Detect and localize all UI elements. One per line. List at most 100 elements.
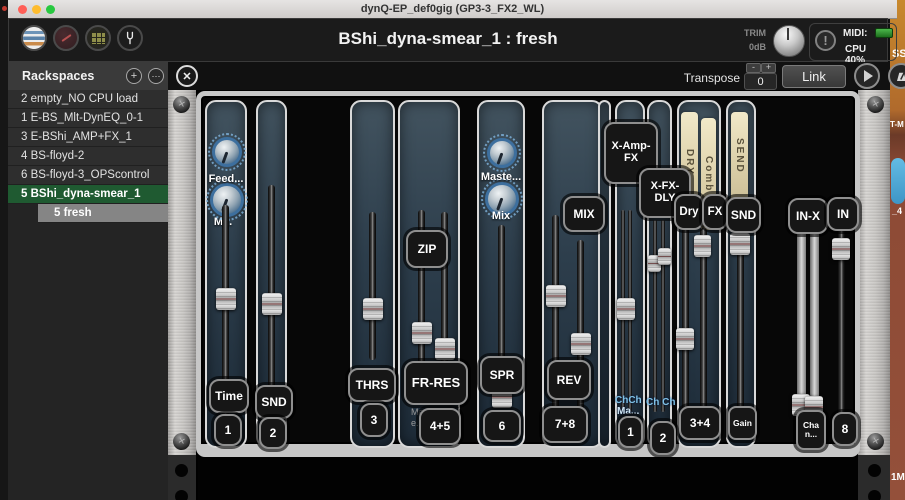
titlebar[interactable]: dynQ-EP_def0gig (GP3-3_FX2_WL)	[8, 0, 897, 19]
toolbar: ✕ Transpose - + 0 Link Tempo bpm - + 111…	[168, 62, 905, 90]
fader-label: ZIP	[406, 230, 448, 268]
fader-label: Time	[209, 379, 249, 413]
fader-label: MIX	[563, 196, 605, 232]
fader-thumb[interactable]	[676, 328, 694, 350]
fader-track	[682, 228, 689, 420]
fader-thumb[interactable]	[546, 285, 566, 307]
fader-label: THRS	[348, 368, 396, 402]
channel-badge[interactable]: 1	[214, 414, 242, 446]
fader-thumb[interactable]	[658, 248, 671, 265]
channel-badge[interactable]: 4+5	[419, 408, 461, 445]
trim-knob[interactable]	[773, 25, 805, 57]
fader-thumb[interactable]	[262, 293, 282, 315]
midi-label: MIDI:	[843, 28, 868, 39]
fader-thumb[interactable]	[617, 298, 635, 320]
plus-icon: +	[130, 70, 138, 82]
rack-panel-area: ✕ ✕ ✕ ✕ Feed... M... Time 1 SND 2 THRS 3…	[168, 90, 890, 500]
feedback-knob[interactable]	[208, 133, 246, 171]
rail-hole	[868, 490, 881, 500]
fader-label: SND	[726, 197, 761, 233]
midi-activity-led	[875, 28, 893, 38]
rackspace-item[interactable]: 2 empty_NO CPU load	[8, 90, 168, 109]
minimize-window-button[interactable]	[32, 5, 41, 14]
knob-label: Maste...	[480, 171, 522, 183]
channel-badge[interactable]: 3	[360, 403, 388, 437]
alert-button[interactable]: !	[815, 30, 836, 51]
rackspace-item[interactable]: 3 E-BShi_AMP+FX_1	[8, 128, 168, 147]
header: BShi_dyna-smear_1 : fresh TRIM 0dB ! MID…	[8, 18, 897, 66]
rail-hole	[175, 490, 188, 500]
rackspace-panel	[196, 91, 860, 457]
desktop-label-tm: T-M	[890, 120, 904, 129]
fader-label: FX	[702, 194, 728, 230]
fader-label: IN	[827, 197, 859, 231]
knob-label: Mix	[491, 210, 511, 222]
transpose-plus-button[interactable]: +	[761, 63, 776, 73]
channel-badge[interactable]: 3+4	[679, 406, 721, 440]
channel-badge[interactable]: Gain	[728, 406, 757, 440]
fader-track	[737, 232, 744, 422]
fader-track	[369, 212, 376, 360]
rackspace-item[interactable]: 6 BS-floyd-3_OPScontrol	[8, 166, 168, 185]
exclamation-icon: !	[823, 33, 828, 48]
fader-thumb[interactable]	[832, 238, 850, 260]
trim-label: TRIM	[744, 28, 766, 38]
link-button[interactable]: Link	[782, 65, 846, 88]
panic-button[interactable]: ✕	[176, 65, 198, 87]
rack-rail-left	[168, 90, 196, 455]
rail-hole	[175, 464, 188, 477]
variation-item-selected[interactable]: 5 fresh	[38, 204, 168, 223]
channel-text: Ch Ch	[646, 397, 676, 408]
rackspace-item[interactable]: 1 E-BS_Mlt-DynEQ_0-1	[8, 109, 168, 128]
rackspace-list: 2 empty_NO CPU load 1 E-BS_Mlt-DynEQ_0-1…	[8, 90, 168, 500]
fader-label: SPR	[480, 356, 524, 394]
rackspace-item-selected[interactable]: 5 BShi_dyna-smear_1	[8, 185, 168, 204]
close-window-button[interactable]	[18, 5, 27, 14]
fader-label: FR-RES	[404, 361, 468, 405]
knob-label: Feed...	[208, 173, 244, 185]
desktop-label-1m: 1M	[891, 472, 905, 483]
channel-badge[interactable]: 2	[259, 417, 287, 449]
channel-badge[interactable]: 7+8	[542, 406, 588, 443]
transpose-label: Transpose	[683, 71, 740, 85]
trim-knob-pointer	[787, 28, 789, 40]
fader-track	[653, 220, 657, 412]
background-red-dot	[2, 6, 7, 11]
zoom-window-button[interactable]	[46, 5, 55, 14]
transpose-value[interactable]: 0	[744, 73, 777, 90]
fader-thumb[interactable]	[412, 322, 432, 344]
transpose-minus-button[interactable]: -	[746, 63, 761, 73]
rail-hole	[868, 464, 881, 477]
metronome-icon	[896, 71, 905, 81]
fader-label: Dry	[674, 194, 704, 230]
channel-badge[interactable]: Cha n...	[796, 410, 826, 450]
master-knob[interactable]	[483, 134, 521, 172]
fader-thumb[interactable]	[216, 288, 236, 310]
desktop-blue-item	[891, 158, 905, 204]
rackspace-item[interactable]: 4 BS-floyd-2	[8, 147, 168, 166]
sidebar-title: Rackspaces	[22, 69, 95, 83]
channel-badge[interactable]: 1	[618, 416, 643, 448]
desktop-label-4: _4	[892, 206, 903, 216]
window-title: dynQ-EP_def0gig (GP3-3_FX2_WL)	[360, 3, 545, 15]
fader-thumb[interactable]	[571, 333, 591, 355]
empty-rack-bay	[198, 457, 858, 500]
play-icon	[864, 70, 873, 82]
fader-label: SND	[255, 385, 293, 419]
fader-thumb[interactable]	[435, 338, 455, 360]
channel-badge[interactable]: 2	[650, 421, 676, 455]
fader-thumb[interactable]	[363, 298, 383, 320]
tape-label: SEND	[731, 112, 748, 200]
close-icon: ✕	[182, 70, 192, 83]
rackspace-menu-button[interactable]: ⋯	[148, 68, 164, 84]
background-left-strip	[0, 0, 8, 500]
fader-label: IN-X	[788, 198, 828, 234]
fader-thumb[interactable]	[730, 233, 750, 255]
play-button[interactable]	[854, 63, 880, 89]
sidebar-header: Rackspaces + ⋯	[8, 62, 168, 91]
fader-thumb[interactable]	[694, 235, 711, 257]
channel-badge[interactable]: 8	[832, 412, 858, 446]
channel-badge[interactable]: 6	[483, 410, 521, 442]
rack-rail-right	[858, 90, 890, 455]
add-rackspace-button[interactable]: +	[126, 68, 142, 84]
